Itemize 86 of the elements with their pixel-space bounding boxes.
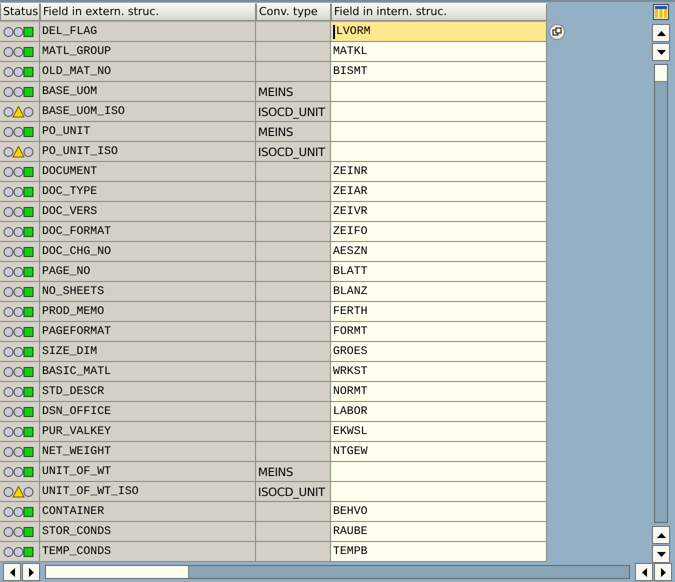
- table-cell: PO_UNIT_ISO: [40, 142, 256, 162]
- table-cell: DSN_OFFICE: [40, 402, 256, 422]
- input-field[interactable]: FORMT: [331, 322, 547, 342]
- scroll-right-button[interactable]: [655, 564, 671, 580]
- table-cell: NO_SHEETS: [40, 282, 256, 302]
- input-field[interactable]: EKWSL: [331, 422, 547, 442]
- input-field[interactable]: AESZN: [331, 242, 547, 262]
- input-field[interactable]: BEHVO: [331, 502, 547, 522]
- input-field[interactable]: ZEIVR: [331, 202, 547, 222]
- table-cell: DOC_FORMAT: [40, 222, 256, 242]
- table-cell: NET_WEIGHT: [40, 442, 256, 462]
- left-arrow-icon: [642, 568, 646, 576]
- input-field[interactable]: BLANZ: [331, 282, 547, 302]
- input-field[interactable]: LABOR: [331, 402, 547, 422]
- input-field[interactable]: ZEIAR: [331, 182, 547, 202]
- input-field[interactable]: [331, 122, 547, 142]
- table-cell: BASE_UOM_ISO: [40, 102, 256, 122]
- input-field[interactable]: [331, 82, 547, 102]
- input-field[interactable]: TEMPB: [331, 542, 547, 562]
- scroll-left-button[interactable]: [636, 564, 652, 580]
- scroll-track[interactable]: [45, 565, 630, 579]
- scroll-up-button[interactable]: [653, 25, 669, 41]
- column-header[interactable]: Field in extern. struc.: [40, 3, 256, 21]
- column-header[interactable]: Conv. type: [256, 3, 331, 21]
- table-cell: ISOCD_UNIT: [256, 142, 331, 162]
- input-field[interactable]: BLATT: [331, 262, 547, 282]
- table-cell: DOC_VERS: [40, 202, 256, 222]
- table-cell: SIZE_DIM: [40, 342, 256, 362]
- value-help-icon[interactable]: [549, 24, 565, 40]
- up-arrow-icon: [656, 30, 666, 36]
- table-cell: PROD_MEMO: [40, 302, 256, 322]
- table-cell: CONTAINER: [40, 502, 256, 522]
- table-cell: STOR_CONDS: [40, 522, 256, 542]
- input-field[interactable]: [331, 142, 547, 162]
- table-cell: OLD_MAT_NO: [40, 62, 256, 82]
- table-cell: MEINS: [256, 122, 331, 142]
- column-header[interactable]: Field in intern. struc.: [331, 3, 547, 21]
- scroll-thumb[interactable]: [655, 65, 667, 82]
- down-arrow-icon: [656, 50, 666, 54]
- right-arrow-icon: [28, 568, 34, 576]
- column-header[interactable]: Status: [0, 3, 40, 21]
- input-field[interactable]: [331, 102, 547, 122]
- input-field[interactable]: LVORM: [331, 22, 547, 42]
- scroll-left-button[interactable]: [4, 564, 20, 580]
- table-cell: DOC_CHG_NO: [40, 242, 256, 262]
- table-cell: PAGEFORMAT: [40, 322, 256, 342]
- scroll-up-button[interactable]: [653, 527, 669, 543]
- table-cell: UNIT_OF_WT_ISO: [40, 482, 256, 502]
- column-settings-icon[interactable]: [653, 4, 669, 20]
- up-arrow-icon: [656, 532, 666, 538]
- table-cell: PO_UNIT: [40, 122, 256, 142]
- scroll-down-button[interactable]: [653, 546, 669, 562]
- table-cell: PAGE_NO: [40, 262, 256, 282]
- table-cell: BASIC_MATL: [40, 362, 256, 382]
- down-arrow-icon: [656, 552, 666, 556]
- table-cell: MATL_GROUP: [40, 42, 256, 62]
- table-cell: DEL_FLAG: [40, 22, 256, 42]
- scroll-track[interactable]: [654, 64, 668, 523]
- right-arrow-icon: [660, 568, 666, 576]
- input-field[interactable]: BISMT: [331, 62, 547, 82]
- table-cell: MEINS: [256, 462, 331, 482]
- input-field[interactable]: ZEIFO: [331, 222, 547, 242]
- input-field[interactable]: [331, 482, 547, 502]
- left-arrow-icon: [10, 568, 14, 576]
- input-field[interactable]: MATKL: [331, 42, 547, 62]
- input-field[interactable]: [331, 462, 547, 482]
- table-cell: DOC_TYPE: [40, 182, 256, 202]
- table-cell: DOCUMENT: [40, 162, 256, 182]
- input-field[interactable]: RAUBE: [331, 522, 547, 542]
- input-field[interactable]: ZEINR: [331, 162, 547, 182]
- scroll-down-button[interactable]: [653, 44, 669, 60]
- scroll-thumb[interactable]: [46, 566, 189, 578]
- input-field[interactable]: GROES: [331, 342, 547, 362]
- table-cell: TEMP_CONDS: [40, 542, 256, 562]
- table-cell: STD_DESCR: [40, 382, 256, 402]
- table-cell: ISOCD_UNIT: [256, 102, 331, 122]
- input-field[interactable]: WRKST: [331, 362, 547, 382]
- table-cell: BASE_UOM: [40, 82, 256, 102]
- table-cell: ISOCD_UNIT: [256, 482, 331, 502]
- input-field[interactable]: NORMT: [331, 382, 547, 402]
- input-field[interactable]: NTGEW: [331, 442, 547, 462]
- table-cell: MEINS: [256, 82, 331, 102]
- scroll-right-button[interactable]: [23, 564, 39, 580]
- table-cell: UNIT_OF_WT: [40, 462, 256, 482]
- table-cell: PUR_VALKEY: [40, 422, 256, 442]
- input-field[interactable]: FERTH: [331, 302, 547, 322]
